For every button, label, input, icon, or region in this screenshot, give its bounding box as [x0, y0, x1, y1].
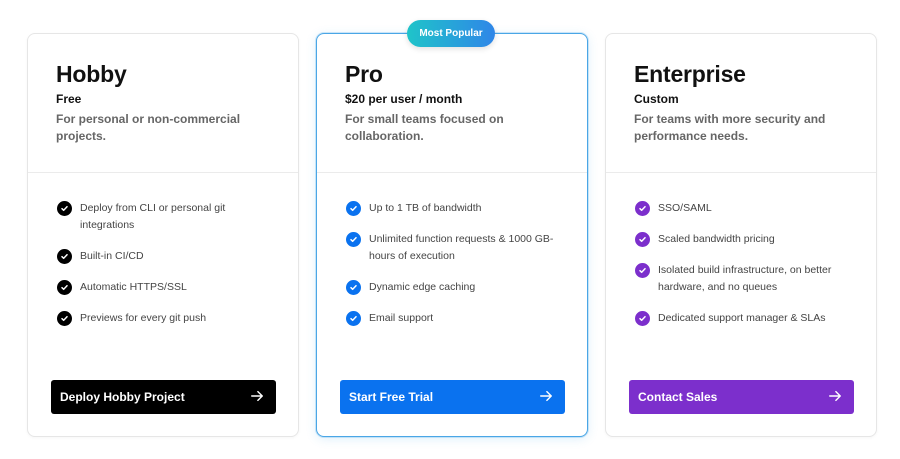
- plan-name: Pro: [345, 61, 383, 87]
- check-circle-icon: [57, 201, 72, 216]
- cta-label: Deploy Hobby Project: [60, 390, 185, 404]
- plan-price: Free: [56, 92, 82, 106]
- feature-text: Email support: [369, 312, 434, 324]
- plan-header: Hobby Free For personal or non-commercia…: [28, 34, 298, 173]
- check-circle-icon: [57, 280, 72, 295]
- plan-name: Enterprise: [634, 61, 746, 87]
- feature-item: Scaled bandwidth pricing: [634, 231, 858, 248]
- check-circle-icon: [57, 249, 72, 264]
- arrow-right-icon: [828, 389, 842, 406]
- plan-header: Pro $20 per user / month For small teams…: [317, 34, 587, 173]
- feature-text: Deploy from CLI or personal git integrat…: [80, 202, 226, 231]
- plan-card-enterprise: Enterprise Custom For teams with more se…: [605, 33, 877, 437]
- feature-item: Dynamic edge caching: [345, 279, 569, 296]
- feature-item: Deploy from CLI or personal git integrat…: [56, 200, 280, 234]
- feature-text: Built-in CI/CD: [80, 250, 144, 262]
- check-circle-icon: [635, 201, 650, 216]
- deploy-hobby-project-button[interactable]: Deploy Hobby Project: [51, 380, 276, 414]
- check-circle-icon: [346, 280, 361, 295]
- plan-price: Custom: [634, 92, 679, 106]
- feature-item: SSO/SAML: [634, 200, 858, 217]
- plan-price: $20 per user / month: [345, 92, 463, 106]
- feature-text: Unlimited function requests & 1000 GB-ho…: [369, 233, 554, 262]
- arrow-right-icon: [539, 389, 553, 406]
- feature-item: Isolated build infrastructure, on better…: [634, 262, 858, 296]
- plan-description: For teams with more security and perform…: [634, 112, 826, 143]
- plan-header: Enterprise Custom For teams with more se…: [606, 34, 876, 173]
- feature-item: Previews for every git push: [56, 310, 280, 327]
- check-circle-icon: [346, 311, 361, 326]
- plan-description: For personal or non-commercial projects.: [56, 112, 241, 143]
- check-circle-icon: [635, 263, 650, 278]
- feature-item: Dedicated support manager & SLAs: [634, 310, 858, 327]
- feature-item: Email support: [345, 310, 569, 327]
- feature-list: Deploy from CLI or personal git integrat…: [56, 200, 280, 341]
- feature-list: SSO/SAML Scaled bandwidth pricing Isolat…: [634, 200, 858, 341]
- feature-list: Up to 1 TB of bandwidth Unlimited functi…: [345, 200, 569, 341]
- contact-sales-button[interactable]: Contact Sales: [629, 380, 854, 414]
- check-circle-icon: [57, 311, 72, 326]
- plan-name: Hobby: [56, 61, 127, 87]
- feature-item: Built-in CI/CD: [56, 248, 280, 265]
- most-popular-badge: Most Popular: [407, 20, 495, 47]
- plan-card-hobby: Hobby Free For personal or non-commercia…: [27, 33, 299, 437]
- check-circle-icon: [635, 232, 650, 247]
- feature-text: Dynamic edge caching: [369, 281, 476, 293]
- check-circle-icon: [346, 232, 361, 247]
- check-circle-icon: [635, 311, 650, 326]
- arrow-right-icon: [250, 389, 264, 406]
- plan-description: For small teams focused on collaboration…: [345, 112, 504, 143]
- feature-text: Scaled bandwidth pricing: [658, 233, 775, 245]
- start-free-trial-button[interactable]: Start Free Trial: [340, 380, 565, 414]
- feature-text: Automatic HTTPS/SSL: [80, 281, 187, 293]
- feature-text: Dedicated support manager & SLAs: [658, 312, 826, 324]
- check-circle-icon: [346, 201, 361, 216]
- cta-label: Start Free Trial: [349, 390, 434, 404]
- feature-text: Isolated build infrastructure, on better…: [658, 264, 832, 293]
- feature-item: Unlimited function requests & 1000 GB-ho…: [345, 231, 569, 265]
- feature-text: Previews for every git push: [80, 312, 207, 324]
- feature-item: Automatic HTTPS/SSL: [56, 279, 280, 296]
- plan-card-pro: Pro $20 per user / month For small teams…: [316, 33, 588, 437]
- cta-label: Contact Sales: [638, 390, 718, 404]
- feature-text: Up to 1 TB of bandwidth: [369, 202, 482, 214]
- feature-item: Up to 1 TB of bandwidth: [345, 200, 569, 217]
- feature-text: SSO/SAML: [658, 202, 712, 214]
